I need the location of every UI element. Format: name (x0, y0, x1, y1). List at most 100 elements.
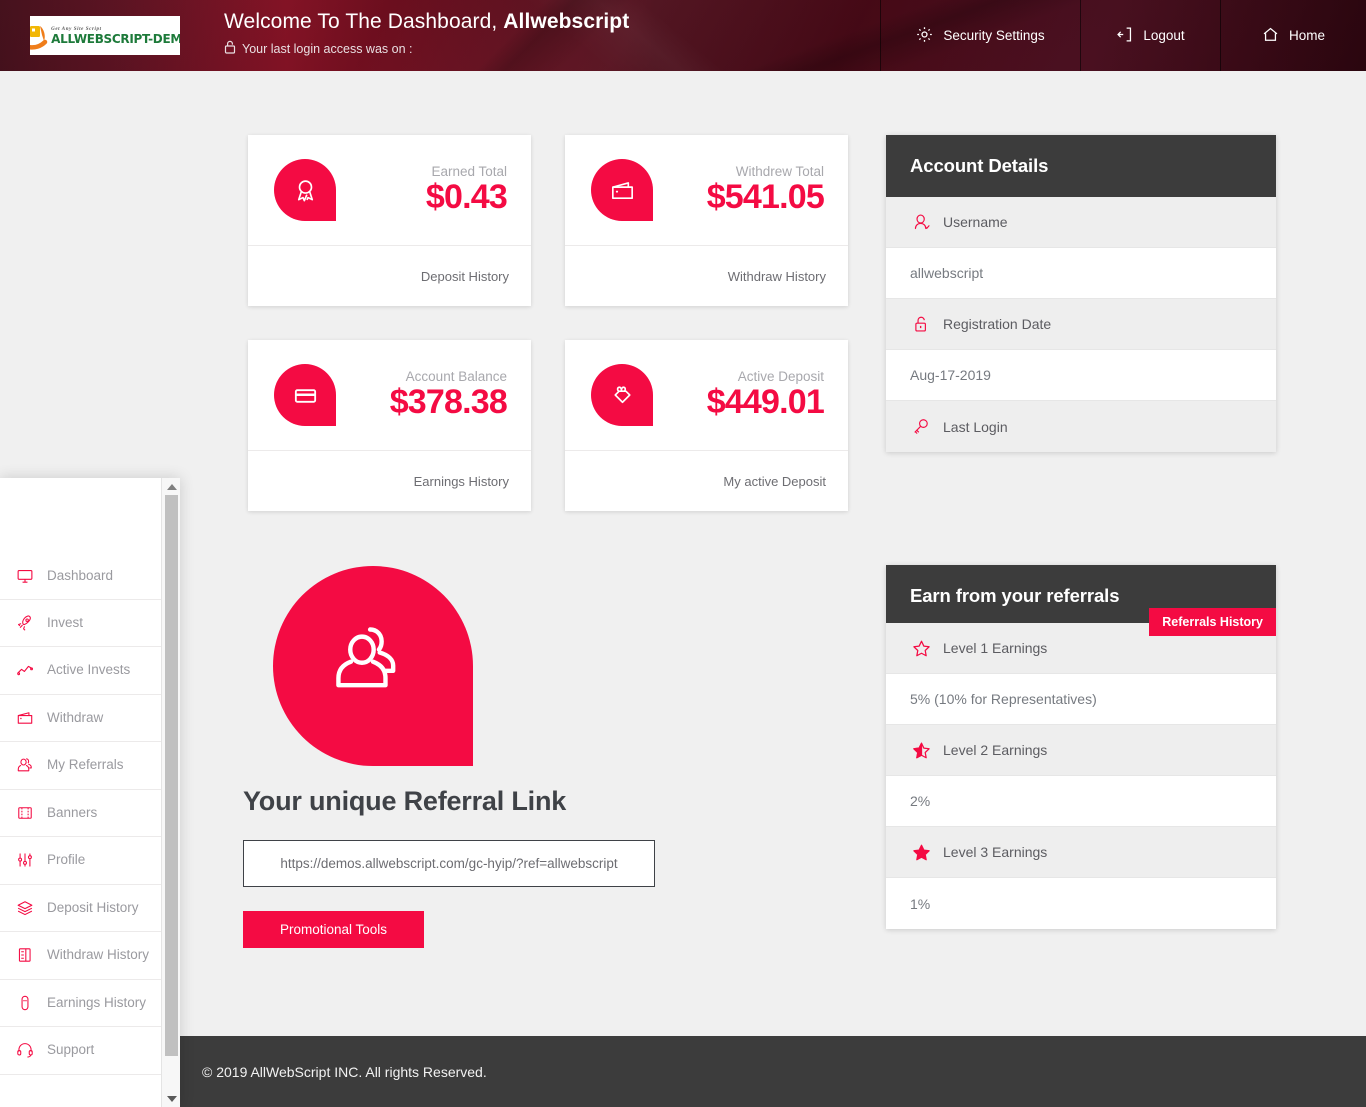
copyright-text: © 2019 AllWebScript INC. All rights Rese… (202, 1063, 487, 1080)
star-filled-icon (910, 843, 932, 862)
logo-mark-icon (30, 21, 48, 51)
referral-earnings-header: Earn from your referrals Referrals Histo… (886, 565, 1276, 636)
nav-logout[interactable]: Logout (1080, 0, 1220, 71)
sidebar-menu: Dashboard Invest Active Invests Withdraw… (0, 478, 161, 1107)
referral-row-label: Level 3 Earnings (943, 844, 1048, 860)
sidebar-item-withdraw-history[interactable]: Withdraw History (0, 932, 161, 980)
stat-card-earned-total[interactable]: Earned Total $0.43 Deposit History (248, 135, 531, 306)
page-title: Welcome To The Dashboard, Allwebscript (224, 10, 629, 34)
referral-row-label: Level 1 Earnings (943, 640, 1048, 656)
sidebar-item-label: Deposit History (47, 899, 139, 915)
sidebar-item-label: Earnings History (47, 994, 147, 1010)
sidebar-item-active-invests[interactable]: Active Invests (0, 647, 161, 695)
sidebar-scrollbar-thumb[interactable] (165, 495, 178, 1056)
referral-row-level3-label: Level 3 Earnings (886, 827, 1276, 878)
sidebar-item-label: Active Invests (47, 662, 131, 678)
headset-icon (14, 1041, 36, 1059)
lock-icon (224, 40, 236, 57)
sidebar-item-label: Invest (47, 614, 84, 630)
layers-icon (14, 899, 36, 917)
nav-security-settings-label: Security Settings (943, 28, 1045, 43)
user-check-icon (910, 213, 932, 232)
stat-card-footer-link[interactable]: Deposit History (248, 245, 531, 306)
stat-card-withdrew-total[interactable]: Withdrew Total $541.05 Withdraw History (565, 135, 848, 306)
sliders-icon (14, 851, 36, 869)
user-group-icon (273, 566, 473, 766)
sidebar-item-label: Dashboard (47, 567, 114, 583)
account-row-label: Last Login (943, 418, 1008, 435)
rocket-icon (14, 614, 36, 632)
user-group-icon (14, 756, 36, 774)
credit-card-icon (274, 364, 336, 426)
sidebar-item-label: Withdraw (47, 709, 104, 725)
referrals-history-button[interactable]: Referrals History (1149, 608, 1276, 636)
nav-home[interactable]: Home (1220, 0, 1366, 71)
stat-card-footer-link[interactable]: Earnings History (248, 450, 531, 511)
logo-name: ALLWEBSCRIPT-DEMO (51, 31, 180, 46)
sidebar-item-support[interactable]: Support (0, 1027, 161, 1075)
stat-card-account-balance[interactable]: Account Balance $378.38 Earnings History (248, 340, 531, 511)
logout-icon (1116, 26, 1133, 46)
film-icon (14, 804, 36, 822)
sidebar-item-deposit-history[interactable]: Deposit History (0, 885, 161, 932)
stat-card-value: $541.05 (706, 178, 825, 217)
account-details-header: Account Details (886, 135, 1276, 197)
capsule-icon (14, 994, 36, 1012)
award-ribbon-icon (274, 159, 336, 221)
last-login-text: Your last login access was on : (242, 41, 413, 56)
home-icon (1262, 26, 1279, 46)
account-row-label: Username (943, 214, 1008, 230)
sidebar-item-label: Profile (47, 852, 86, 868)
referral-row-level3-value: 1% (886, 878, 1276, 929)
wallet-icon (591, 159, 653, 221)
sidebar-item-label: Support (47, 1042, 95, 1058)
referral-earnings-title: Earn from your referrals (910, 585, 1120, 606)
welcome-username: Allwebscript (503, 10, 630, 33)
wallet-icon (14, 709, 36, 727)
stat-card-value: $0.43 (425, 178, 508, 217)
stat-card-label: Earned Total (431, 164, 507, 180)
sidebar-item-banners[interactable]: Banners (0, 790, 161, 837)
scroll-up-arrow-icon[interactable] (162, 478, 180, 495)
welcome-prefix: Welcome To The Dashboard, (224, 10, 504, 33)
sidebar-item-my-referrals[interactable]: My Referrals (0, 742, 161, 790)
star-half-icon (910, 741, 932, 760)
stat-card-active-deposit[interactable]: Active Deposit $449.01 My active Deposit (565, 340, 848, 511)
referral-link-input[interactable] (243, 840, 655, 887)
header-nav: Security Settings Logout Home (880, 0, 1366, 71)
nav-security-settings[interactable]: Security Settings (880, 0, 1080, 71)
sidebar-item-label: Withdraw History (47, 947, 150, 963)
unlock-icon (910, 315, 932, 334)
sidebar-item-withdraw[interactable]: Withdraw (0, 695, 161, 742)
account-row-lastlogin-label: Last Login (886, 401, 1276, 452)
last-login-line: Your last login access was on : (224, 40, 629, 57)
welcome-block: Welcome To The Dashboard, Allwebscript Y… (224, 10, 629, 57)
stat-card-footer-link[interactable]: My active Deposit (565, 450, 848, 511)
sidebar-item-invest[interactable]: Invest (0, 600, 161, 647)
account-row-username-value: allwebscript (886, 248, 1276, 299)
sidebar-item-earnings-history[interactable]: Earnings History (0, 980, 161, 1027)
referral-title: Your unique Referral Link (243, 786, 567, 816)
site-logo[interactable]: Get Any Site Script ALLWEBSCRIPT-DEMO (30, 16, 180, 55)
promotional-tools-button[interactable]: Promotional Tools (243, 911, 424, 948)
sidebar-item-profile[interactable]: Profile (0, 837, 161, 885)
account-row-username-label: Username (886, 197, 1276, 248)
referral-row-label: Level 2 Earnings (943, 742, 1048, 758)
scroll-down-arrow-icon[interactable] (162, 1090, 180, 1107)
sidebar-item-dashboard[interactable]: Dashboard (0, 552, 161, 600)
sidebar-scrollbar[interactable] (161, 478, 180, 1107)
notebook-icon (14, 946, 36, 964)
stat-card-label: Active Deposit (737, 369, 824, 385)
account-row-registration-label: Registration Date (886, 299, 1276, 350)
referral-row-level1-value: 5% (10% for Representatives) (886, 674, 1276, 725)
sidebar-item-label: Banners (47, 804, 98, 820)
account-details-title: Account Details (910, 155, 1049, 176)
stat-card-label: Account Balance (405, 369, 507, 385)
stat-card-footer-link[interactable]: Withdraw History (565, 245, 848, 306)
stat-card-value: $378.38 (389, 383, 508, 422)
gift-tag-icon (591, 364, 653, 426)
monitor-icon (14, 567, 36, 585)
nav-logout-label: Logout (1143, 28, 1185, 43)
top-header: Get Any Site Script ALLWEBSCRIPT-DEMO We… (0, 0, 1366, 71)
account-details-panel: Account Details Username allwebscript Re… (886, 135, 1276, 452)
